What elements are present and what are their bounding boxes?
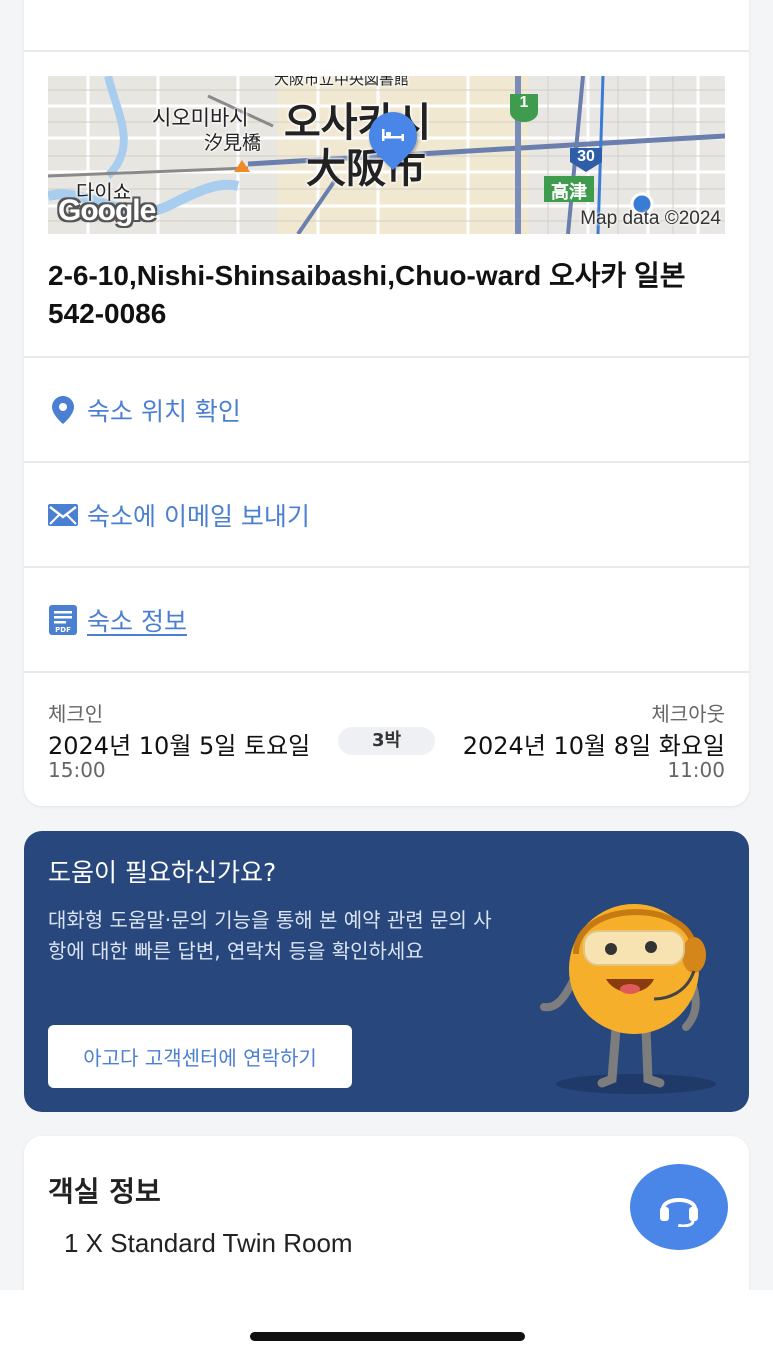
room-item: 1 X Standard Twin Room	[64, 1228, 353, 1258]
support-chat-button[interactable]	[630, 1164, 728, 1250]
location-pin-icon	[48, 395, 78, 425]
checkout-date: 2024년 10월 8일 화요일	[462, 732, 725, 760]
nights-badge: 3박	[338, 727, 435, 755]
bottom-safe-area	[0, 1290, 773, 1355]
checkin-label: 체크인	[48, 702, 104, 726]
map-label-library: 大阪市立中央図書館	[274, 76, 410, 88]
route-1-shield: 1	[519, 94, 529, 111]
headset-icon	[660, 1198, 698, 1227]
home-indicator[interactable]	[250, 1332, 525, 1341]
map-attribution: Map data ©2024	[580, 208, 721, 229]
mascot-illustration	[540, 904, 716, 1094]
property-info-row[interactable]: PDF 숙소 정보	[24, 568, 749, 671]
email-property-row[interactable]: 숙소에 이메일 보내기	[24, 463, 749, 566]
route-30-shield: 30	[577, 148, 595, 165]
map-label-takatsu: 高津	[551, 182, 587, 202]
email-property-label: 숙소에 이메일 보내기	[87, 501, 310, 531]
checkout-label: 체크아웃	[651, 702, 725, 726]
help-description: 대화형 도움말·문의 기능을 통해 본 예약 관련 문의 사항에 대한 빠른 답…	[48, 908, 492, 963]
view-location-label: 숙소 위치 확인	[87, 396, 241, 426]
property-map[interactable]: 大阪市立中央図書館 오사카시 大阪市 시오미바시 汐見橋 다이쇼 高津 1 30…	[48, 76, 725, 234]
divider	[24, 671, 749, 673]
bed-icon	[382, 129, 404, 141]
view-location-row[interactable]: 숙소 위치 확인	[24, 358, 749, 461]
help-title: 도움이 필요하신가요?	[48, 858, 277, 887]
checkin-time: 15:00	[48, 758, 106, 782]
map-label-shiomibashi-kanji: 汐見橋	[204, 132, 262, 154]
property-address: 2-6-10,Nishi-Shinsaibashi,Chuo-ward 오사카 …	[48, 260, 686, 329]
checkout-time: 11:00	[667, 758, 725, 782]
pdf-document-icon: PDF	[48, 604, 78, 635]
checkin-date: 2024년 10월 5일 토요일	[48, 732, 311, 760]
mail-icon	[48, 500, 78, 530]
help-card: 도움이 필요하신가요? 대화형 도움말·문의 기능을 통해 본 예약 관련 문의…	[24, 831, 749, 1112]
google-logo: Google	[58, 194, 156, 227]
property-info-link[interactable]: 숙소 정보	[87, 602, 187, 638]
property-card: 大阪市立中央図書館 오사카시 大阪市 시오미바시 汐見橋 다이쇼 高津 1 30…	[24, 0, 749, 806]
contact-support-button[interactable]: 아고다 고객센터에 연락하기	[48, 1025, 352, 1088]
room-info-title: 객실 정보	[48, 1175, 161, 1208]
divider	[24, 50, 749, 52]
pdf-badge: PDF	[55, 626, 71, 634]
